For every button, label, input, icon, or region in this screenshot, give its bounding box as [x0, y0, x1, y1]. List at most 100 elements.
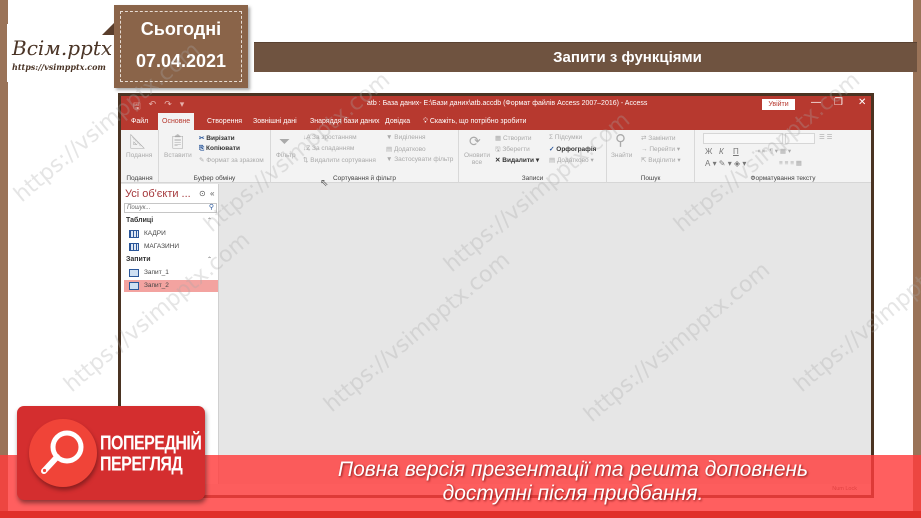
alignment-icons[interactable]: ≡ ≡ ≡ ▦: [779, 159, 802, 167]
view-icon: 📐︎: [129, 133, 147, 149]
logo-url: https://vsimpptx.com: [12, 62, 106, 72]
magnifier-badge-circle: [29, 419, 97, 487]
tell-me-label: Скажіть, що потрібно зробити: [429, 118, 527, 125]
copy-button[interactable]: ⎘ Копіювати: [199, 145, 240, 153]
nav-pane-header[interactable]: Усі об'єкти ...: [125, 188, 191, 200]
date-label: Сьогодні: [140, 19, 222, 39]
group-label-clipboard: Буфер обміну: [193, 175, 236, 182]
save-record-button[interactable]: 🖫 Зберегти: [495, 145, 530, 156]
underline-button[interactable]: П: [733, 147, 739, 156]
advanced-icon: ▤: [386, 146, 394, 153]
cut-button[interactable]: ✂ Вирізати: [199, 134, 235, 142]
nav-search-placeholder: Пошук...: [127, 205, 151, 211]
group-label-text-formatting: Форматування тексту: [750, 175, 816, 182]
query-icon: [129, 282, 139, 290]
preview-badge[interactable]: ПОПЕРЕДНІЙ ПЕРЕГЛЯД: [17, 406, 205, 500]
nav-section-queries[interactable]: Запити: [126, 256, 151, 263]
delete-button[interactable]: ✕ Видалити ▾: [495, 156, 539, 164]
goto-button[interactable]: → Перейти ▾: [641, 145, 680, 153]
filter-icon: ⏷: [279, 133, 291, 149]
tab-database-tools[interactable]: Знаряддя бази даних: [306, 113, 383, 130]
group-label-find: Пошук: [640, 175, 661, 182]
tab-help[interactable]: Довідка: [381, 113, 414, 130]
new-icon: ▦: [495, 135, 503, 142]
minimize-button[interactable]: —: [811, 97, 821, 108]
find-button[interactable]: Знайти: [611, 152, 632, 159]
slide-right-border: [913, 0, 921, 518]
badge-line2: ПЕРЕГЛЯД: [100, 454, 183, 476]
selection-icon: ▼: [386, 134, 395, 141]
ribbon-group-sort-filter: ⏷ Фільтр ↓A За зростанням ↓Z За спадання…: [271, 130, 459, 183]
group-label-sort-filter: Сортування й фільтр: [332, 175, 397, 182]
remove-sort-button[interactable]: ⇅ Видалити сортування: [303, 156, 376, 164]
bullet-list-icon[interactable]: ☰ ☰: [819, 133, 832, 141]
toggle-filter-button[interactable]: ▼ Застосувати фільтр: [386, 156, 453, 163]
nav-item-query-2[interactable]: Запит_2: [124, 280, 218, 292]
format-painter-button[interactable]: ✎ Формат за зразком: [199, 156, 264, 164]
tab-external-data[interactable]: Зовнішні дані: [249, 113, 301, 130]
ribbon-tabs: Файл Основне Створення Зовнішні дані Зна…: [121, 113, 871, 130]
nav-item-kadry[interactable]: КАДРИ: [124, 228, 218, 240]
nav-section-tables[interactable]: Таблиці: [126, 217, 153, 224]
logo-title: Всім.pptx: [12, 36, 113, 60]
nav-collapse-icon[interactable]: «: [210, 189, 214, 198]
more-icon: ▤: [549, 157, 557, 164]
date-value: 07.04.2021: [135, 51, 227, 71]
select-button[interactable]: ⇱ Виділити ▾: [641, 156, 681, 164]
collapse-tables-icon[interactable]: ⌃: [207, 217, 212, 224]
new-record-button[interactable]: ▦ Створити: [495, 134, 531, 142]
more-records-button[interactable]: ▤ Додатково ▾: [549, 156, 594, 164]
copy-icon: ⎘: [199, 145, 207, 152]
spelling-button[interactable]: ✓ Орфографія: [549, 145, 596, 153]
nav-item-magazyny[interactable]: МАГАЗИНИ: [124, 241, 218, 253]
ribbon-group-views: 📐︎ Подання Подання: [121, 130, 159, 183]
sort-desc-icon: ↓Z: [303, 145, 313, 152]
tag-fold: [102, 23, 114, 35]
restore-button[interactable]: ❐: [834, 97, 843, 108]
tab-create[interactable]: Створення: [203, 113, 246, 130]
tab-home[interactable]: Основне: [158, 113, 195, 130]
search-icon[interactable]: ⚲: [209, 204, 214, 212]
ribbon-group-records: ⟳ Оновити все ▦ Створити 🖫 Зберегти ✕ Ви…: [459, 130, 607, 183]
paste-icon: 📋︎: [169, 133, 187, 149]
advanced-filter-button[interactable]: ▤ Додатково: [386, 145, 426, 153]
tell-me-search[interactable]: 💡︎ Скажіть, що потрібно зробити: [423, 113, 526, 130]
query-icon: [129, 269, 139, 277]
ribbon-group-clipboard: 📋︎ Вставити ✂ Вирізати ⎘ Копіювати ✎ Фор…: [159, 130, 271, 183]
magnifier-icon: ⚲: [615, 132, 626, 149]
sort-ascending-button[interactable]: ↓A За зростанням: [303, 134, 357, 141]
indent-icons[interactable]: ⇥ ⇤ ¶ ▾ ▦ ▾: [755, 147, 791, 155]
totals-button[interactable]: Σ Підсумки: [549, 134, 582, 141]
document-workspace: ⇖: [220, 178, 871, 474]
magnifier-icon: [41, 430, 84, 474]
font-size-select[interactable]: [785, 133, 815, 144]
refresh-all-button[interactable]: Оновити все: [463, 152, 491, 166]
window-title-bar: 🖫 ↶ ↷ ▾ atb : База даних- E:\Бази даних\…: [121, 96, 871, 113]
sort-asc-icon: ↓A: [303, 134, 313, 141]
nav-dropdown-icon[interactable]: ⊙: [199, 189, 206, 198]
ribbon-group-find: ⚲ Знайти ⇄ Замінити → Перейти ▾ ⇱ Виділи…: [607, 130, 695, 183]
access-window: 🖫 ↶ ↷ ▾ atb : База даних- E:\Бази даних\…: [118, 93, 874, 498]
window-title: atb : База даних- E:\Бази даних\atb.accd…: [367, 100, 648, 107]
sort-descending-button[interactable]: ↓Z За спаданням: [303, 145, 354, 152]
replace-button[interactable]: ⇄ Замінити: [641, 134, 676, 142]
login-button[interactable]: Увійти: [762, 99, 795, 110]
nav-item-query-1[interactable]: Запит_1: [124, 267, 218, 279]
font-name-select[interactable]: [703, 133, 783, 144]
paste-button[interactable]: Вставити: [164, 152, 192, 159]
filter-button[interactable]: Фільтр: [276, 152, 296, 159]
font-color-button[interactable]: А ▾ ✎ ▾ ◈ ▾: [705, 159, 746, 168]
tab-file[interactable]: Файл: [127, 113, 152, 130]
collapse-queries-icon[interactable]: ⌃: [207, 256, 212, 263]
view-button[interactable]: Подання: [126, 152, 152, 159]
ribbon: 📐︎ Подання Подання 📋︎ Вставити ✂ Вирізат…: [121, 130, 871, 183]
group-label-records: Записи: [521, 175, 544, 182]
close-button[interactable]: ✕: [858, 97, 866, 108]
banner-bottom-strip: [0, 511, 921, 518]
italic-button[interactable]: К: [719, 147, 724, 156]
selection-button[interactable]: ▼ Виділення: [386, 134, 426, 141]
nav-search-input[interactable]: Пошук... ⚲: [124, 203, 217, 213]
slide-title-bar: Запити з функціями: [254, 42, 917, 72]
date-tag: Сьогодні 07.04.2021: [102, 5, 248, 88]
bold-button[interactable]: Ж: [705, 147, 712, 156]
